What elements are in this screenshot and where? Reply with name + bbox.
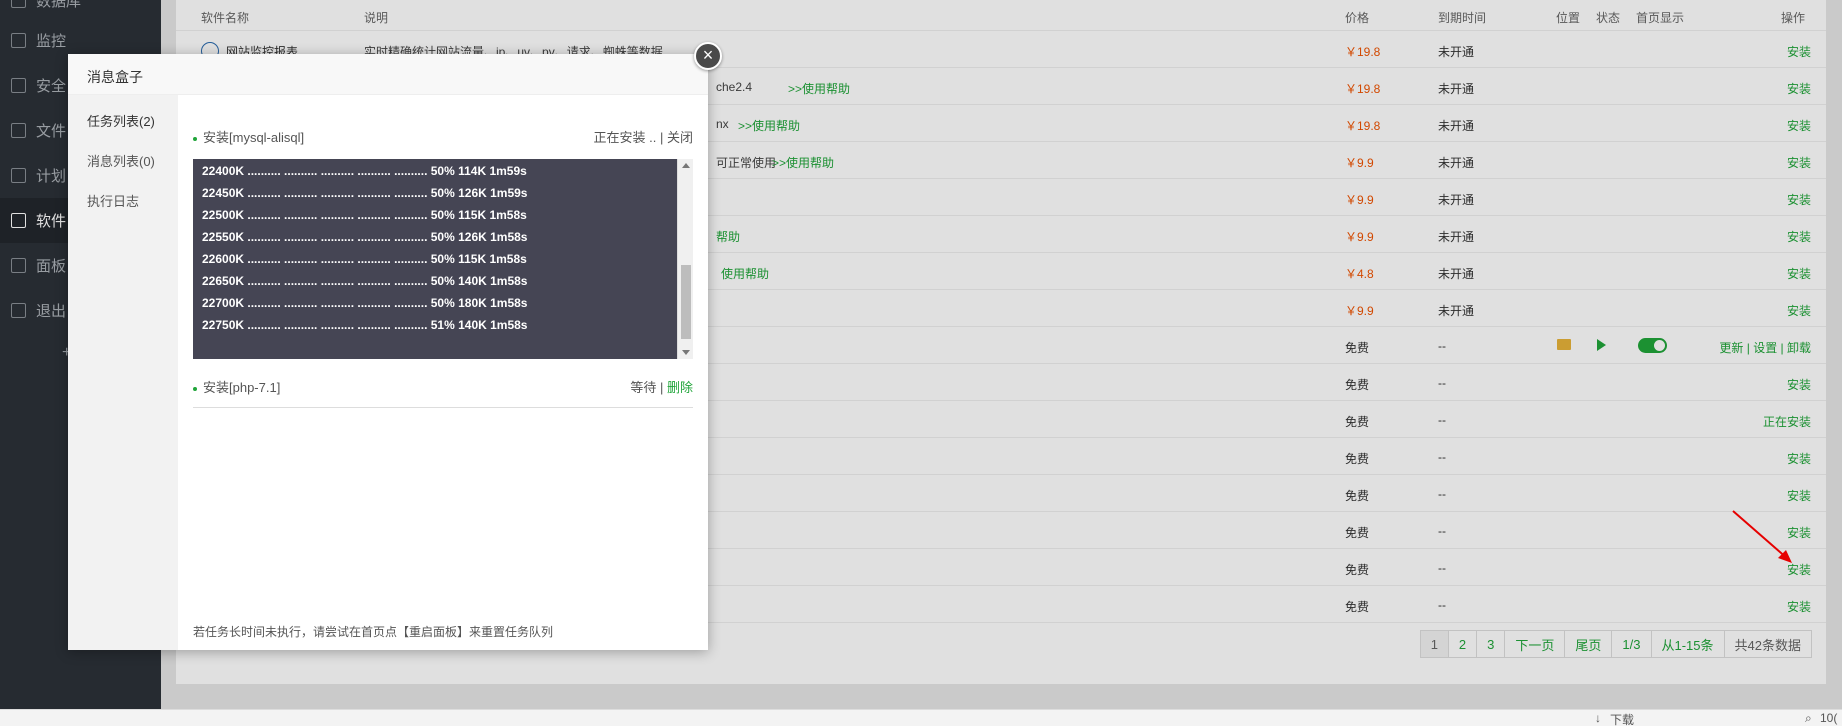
tab-exec-log[interactable]: 执行日志 (87, 191, 139, 210)
status-dot-icon (193, 136, 197, 141)
tab-message-list[interactable]: 消息列表(0) (87, 151, 155, 170)
delete-task-button[interactable]: 删除 (667, 380, 693, 395)
task-php: 安装[php-7.1] 等待 | 删除 (193, 377, 693, 397)
download-icon[interactable]: ↓ (1595, 711, 1601, 725)
dialog-title: 消息盒子 (68, 54, 708, 95)
log-line: 22450K .......... .......... .......... … (202, 186, 528, 200)
task-name: 安装[php-7.1] (203, 380, 281, 395)
hint-note: 若任务长时间未执行，请尝试在首页点【重启面板】来重置任务队列 (193, 625, 554, 639)
log-line: 22500K .......... .......... .......... … (202, 208, 527, 222)
zoom-level[interactable]: 10( (1820, 711, 1837, 725)
status-dot-icon (193, 386, 197, 391)
annotation-arrow-icon (1732, 510, 1792, 563)
close-icon[interactable]: × (694, 42, 722, 70)
search-icon[interactable]: ⌕ (1805, 711, 1812, 726)
task-status: 正在安装 .. (593, 130, 657, 145)
scroll-up-icon[interactable] (682, 163, 690, 168)
install-log: 22400K .......... .......... .......... … (193, 159, 693, 359)
task-status: 等待 (630, 380, 657, 395)
log-line: 22750K .......... .......... .......... … (202, 318, 528, 332)
log-line: 22400K .......... .......... .......... … (202, 164, 527, 178)
scroll-thumb[interactable] (681, 265, 691, 339)
dialog-tabs: 任务列表(2) 消息列表(0) 执行日志 (68, 95, 178, 650)
task-mysql: 安装[mysql-alisql] 正在安装 .. | 关闭 (193, 127, 693, 147)
close-task-button[interactable]: | 关闭 (660, 130, 693, 145)
tab-task-list[interactable]: 任务列表(2) (87, 111, 155, 130)
log-line: 22700K .......... .......... .......... … (202, 296, 528, 310)
log-line: 22550K .......... .......... .......... … (202, 230, 528, 244)
task-name: 安装[mysql-alisql] (203, 130, 305, 145)
browser-status-bar: ↓ 下载 ⌕ 10( (0, 709, 1842, 726)
log-line: 22650K .......... .......... .......... … (202, 274, 528, 288)
download-label[interactable]: 下载 (1610, 711, 1634, 726)
log-line: 22600K .......... .......... .......... … (202, 252, 527, 266)
message-box-dialog: 消息盒子 × 任务列表(2) 消息列表(0) 执行日志 安装[mysql-ali… (68, 42, 722, 650)
task-panel: 安装[mysql-alisql] 正在安装 .. | 关闭 22400K ...… (178, 95, 708, 650)
log-scrollbar[interactable] (677, 159, 693, 359)
scroll-down-icon[interactable] (682, 350, 690, 355)
divider (193, 407, 693, 408)
